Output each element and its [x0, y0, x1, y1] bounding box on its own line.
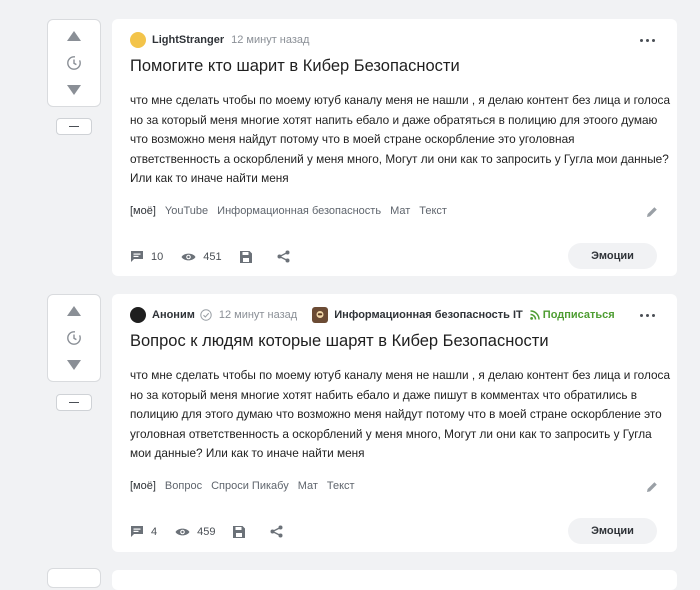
- body-line: что мне сделать чтобы по моему ютуб кана…: [130, 368, 671, 382]
- share-icon: [270, 525, 283, 538]
- clock-icon: [67, 331, 81, 345]
- post-tags: [моё] Вопрос Спроси Пикабу Мат Текст: [130, 480, 364, 492]
- save-button[interactable]: [239, 250, 259, 263]
- tag[interactable]: Текст: [419, 205, 447, 217]
- post-meta: Аноним 12 минут назад Информационная без…: [130, 306, 615, 324]
- body-line: что мне сделать чтобы по моему ютуб кана…: [130, 93, 671, 107]
- comments-count: 10: [151, 250, 164, 263]
- tag[interactable]: Текст: [327, 480, 355, 492]
- author-avatar[interactable]: [130, 307, 146, 323]
- views-count: 451: [203, 250, 222, 263]
- rss-icon: [529, 310, 540, 320]
- tag[interactable]: YouTube: [165, 205, 208, 217]
- upvote-arrow-icon[interactable]: [67, 31, 81, 41]
- post-card: LightStranger 12 минут назад Помогите кт…: [112, 19, 677, 276]
- comments-count: 4: [151, 525, 158, 538]
- clock-icon: [67, 56, 81, 70]
- post-actions: 4 459: [130, 525, 308, 538]
- more-options-icon[interactable]: [640, 39, 655, 42]
- comments-button[interactable]: 4: [130, 525, 157, 538]
- comment-icon: [131, 526, 143, 537]
- next-post-card: [112, 570, 677, 590]
- body-line: Или как то иначе найти меня: [130, 171, 289, 186]
- views-counter: 451: [181, 250, 222, 263]
- tag[interactable]: Мат: [298, 480, 318, 492]
- community-name[interactable]: Информационная безопасность IT: [334, 309, 523, 321]
- post-title[interactable]: Вопрос к людям которые шарят в Кибер Без…: [130, 332, 549, 351]
- vote-panel: [47, 19, 101, 107]
- emotions-button[interactable]: Эмоции: [568, 518, 657, 544]
- hide-post-button[interactable]: [56, 118, 92, 135]
- post-actions: 10 451: [130, 250, 315, 263]
- emotions-button[interactable]: Эмоции: [568, 243, 657, 269]
- post-time: 12 минут назад: [218, 309, 298, 321]
- body-line: ответственность а оскорблений у меня мно…: [130, 151, 669, 166]
- post-tags: [моё] YouTube Информационная безопасност…: [130, 205, 456, 217]
- post-body: что мне сделать чтобы по моему ютуб кана…: [130, 91, 671, 189]
- comments-button[interactable]: 10: [130, 250, 163, 263]
- post-title[interactable]: Помогите кто шарит в Кибер Безопасности: [130, 57, 460, 76]
- vote-panel: [47, 294, 101, 382]
- minus-icon: [69, 401, 79, 404]
- author-name[interactable]: Аноним: [152, 309, 195, 321]
- edit-tags-pencil-icon[interactable]: [645, 480, 659, 494]
- more-options-icon[interactable]: [640, 314, 655, 317]
- post-time: 12 минут назад: [231, 34, 310, 46]
- tag[interactable]: Спроси Пикабу: [211, 480, 289, 492]
- body-line: полицию для этого думаю что возможно мен…: [130, 407, 662, 422]
- body-line: что возможно меня найдут потому что в мо…: [130, 132, 575, 147]
- save-button[interactable]: [233, 525, 252, 538]
- share-button[interactable]: [270, 525, 290, 538]
- save-icon: [239, 250, 252, 263]
- subscribe-button[interactable]: Подписаться: [529, 309, 615, 321]
- anonymous-check-icon: [200, 309, 212, 321]
- body-line: но за который меня многие хотят набить е…: [130, 387, 638, 402]
- community-avatar[interactable]: [312, 307, 329, 323]
- comment-icon: [131, 251, 143, 262]
- tag[interactable]: Вопрос: [165, 480, 202, 492]
- body-line: но за который меня многие хотят напить е…: [130, 112, 658, 127]
- downvote-arrow-icon[interactable]: [67, 360, 81, 370]
- eye-icon: [175, 528, 190, 535]
- share-button[interactable]: [277, 250, 297, 263]
- hide-post-button[interactable]: [56, 394, 92, 411]
- next-vote-panel: [47, 568, 101, 588]
- astronaut-icon: [316, 311, 324, 318]
- share-icon: [277, 250, 290, 263]
- post-card: Аноним 12 минут назад Информационная без…: [112, 294, 677, 552]
- post-meta: LightStranger 12 минут назад: [130, 31, 309, 49]
- save-icon: [233, 525, 246, 538]
- downvote-arrow-icon[interactable]: [67, 85, 81, 95]
- eye-icon: [181, 253, 196, 260]
- minus-icon: [69, 125, 79, 128]
- subscribe-label: Подписаться: [542, 309, 615, 321]
- upvote-arrow-icon[interactable]: [67, 306, 81, 316]
- tag[interactable]: [моё]: [130, 480, 156, 492]
- body-line: уголовная ответственность а оскорблений …: [130, 426, 652, 441]
- tag[interactable]: [моё]: [130, 205, 156, 217]
- tag[interactable]: Информационная безопасность: [217, 205, 381, 217]
- views-counter: 459: [175, 526, 215, 538]
- body-line: мои данные? Или как то иначе найти меня: [130, 446, 365, 461]
- edit-tags-pencil-icon[interactable]: [645, 205, 659, 219]
- tag[interactable]: Мат: [390, 205, 410, 217]
- author-avatar[interactable]: [130, 32, 146, 48]
- post-body: что мне сделать чтобы по моему ютуб кана…: [130, 366, 671, 464]
- views-count: 459: [197, 525, 216, 538]
- author-name[interactable]: LightStranger: [152, 34, 224, 46]
